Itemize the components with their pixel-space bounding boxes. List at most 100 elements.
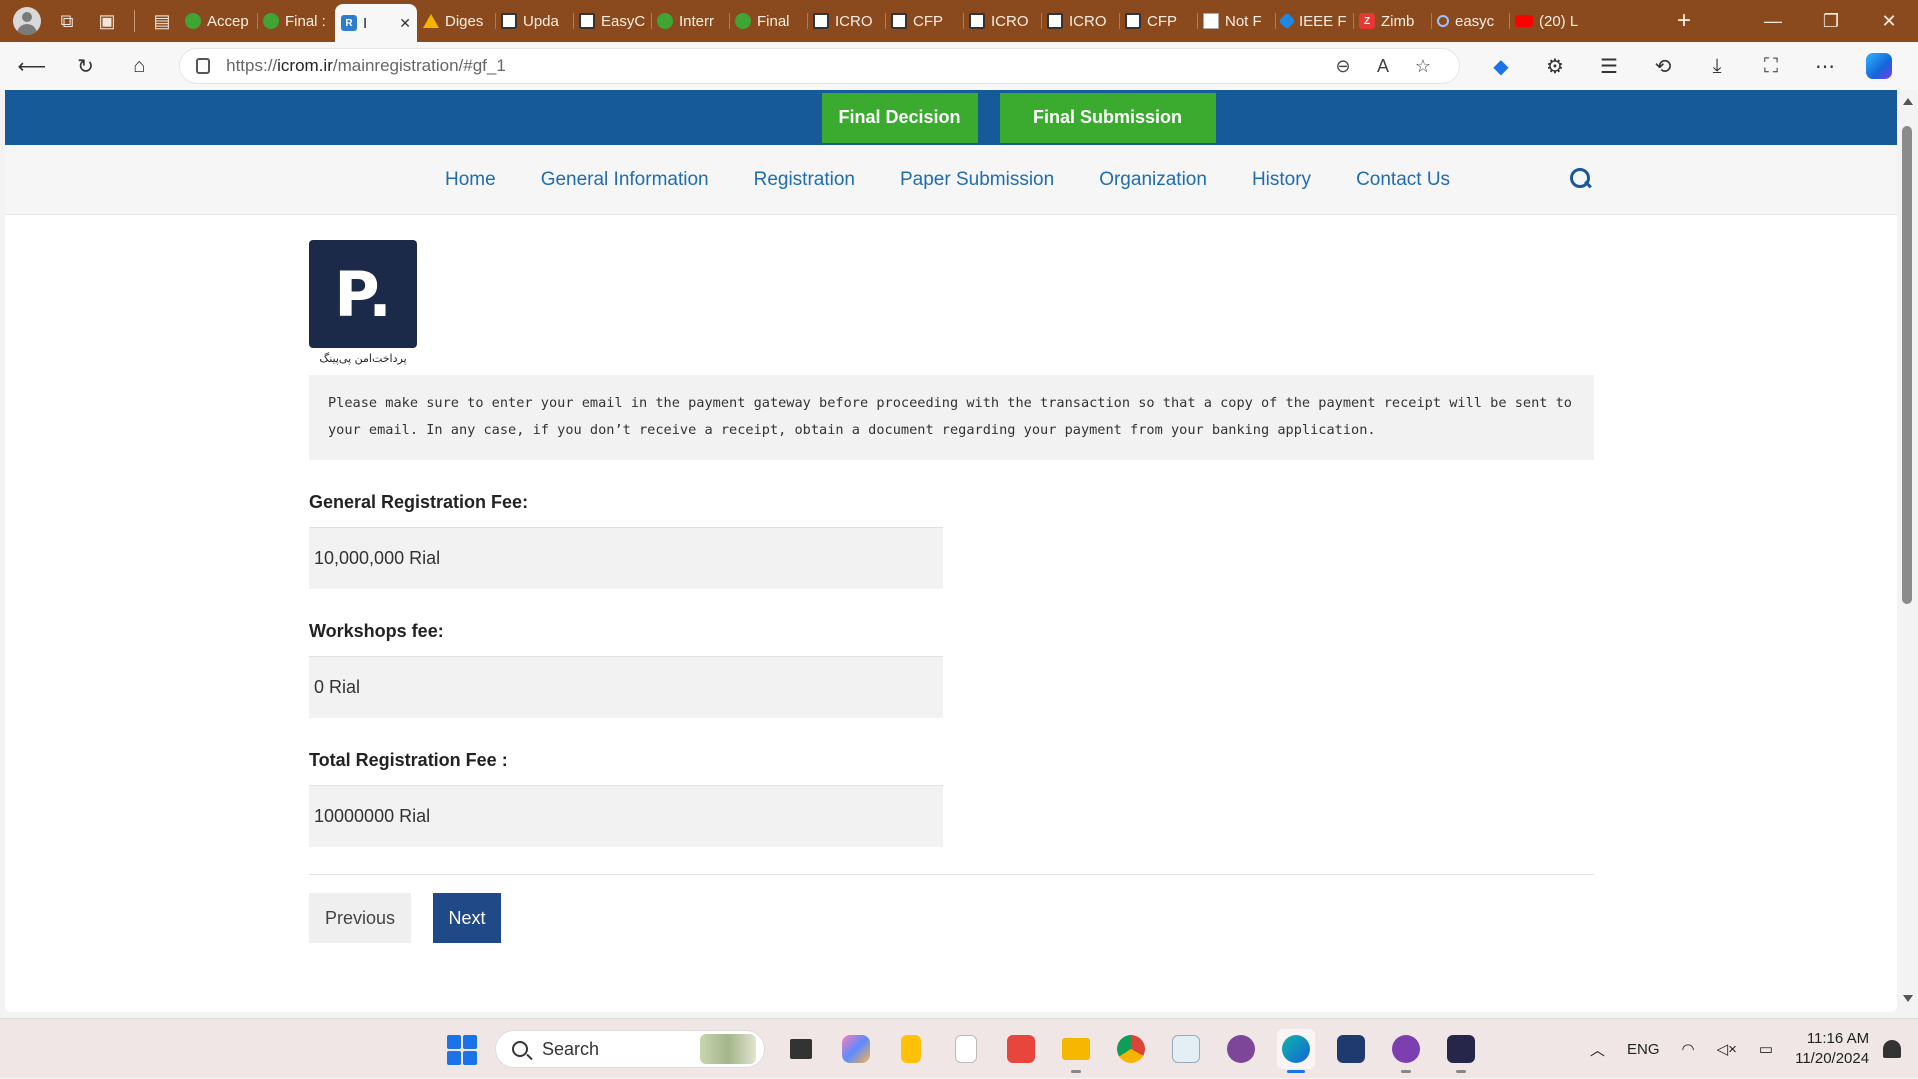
- browser-tab[interactable]: Z Zimb: [1353, 4, 1431, 38]
- browser-tab[interactable]: Final :: [257, 4, 335, 38]
- close-window-button[interactable]: ✕: [1860, 0, 1918, 42]
- browser-tab-label: CFP: [1147, 12, 1177, 30]
- browser-tab-label: ICRO: [991, 12, 1029, 30]
- close-tab-icon[interactable]: ✕: [399, 15, 411, 32]
- browser-tab[interactable]: Interr: [651, 4, 729, 38]
- next-button[interactable]: Next: [433, 893, 501, 943]
- browser-tab[interactable]: CFP: [885, 4, 963, 38]
- url-text[interactable]: https://icrom.ir/mainregistration/#gf_1: [226, 56, 1323, 76]
- sticky-notes-icon[interactable]: [892, 1029, 930, 1069]
- menu-item-organization[interactable]: Organization: [1099, 169, 1207, 191]
- scroll-down-icon[interactable]: [1903, 995, 1913, 1002]
- show-hidden-icons-icon[interactable]: ︿: [1590, 1039, 1605, 1060]
- browser-tools: ◆ ⚙ ☰ ⟲ ⤓ ⛶ ⋯: [1474, 48, 1906, 84]
- site-main-nav: Home General Information Registration Paper…: [5, 145, 1897, 215]
- refresh-button[interactable]: ↻: [66, 48, 106, 84]
- mail-icon[interactable]: [1167, 1029, 1205, 1069]
- battery-icon[interactable]: ▭: [1759, 1040, 1773, 1058]
- notification-bell-icon[interactable]: [1883, 1040, 1902, 1058]
- general-fee-value: 10,000,000 Rial: [309, 527, 943, 589]
- tor-browser-icon[interactable]: [1222, 1029, 1260, 1069]
- taskbar-search[interactable]: Search: [495, 1030, 765, 1068]
- browser-tab[interactable]: Accep: [179, 4, 257, 38]
- notepad-icon[interactable]: [947, 1029, 985, 1069]
- more-menu-icon[interactable]: ⋯: [1798, 48, 1852, 84]
- github-desktop-icon[interactable]: [1387, 1029, 1425, 1073]
- site-search-icon[interactable]: [1570, 168, 1594, 192]
- menu-item-paper-submission[interactable]: Paper Submission: [900, 169, 1054, 191]
- volume-muted-icon[interactable]: ◁×: [1717, 1040, 1737, 1058]
- home-button[interactable]: ⌂: [119, 48, 159, 84]
- browser-tab-label: Final: [757, 12, 790, 30]
- browser-tab-label: ICRO: [835, 12, 873, 30]
- restore-button[interactable]: ❐: [1802, 0, 1860, 42]
- copilot-app-icon[interactable]: [837, 1029, 875, 1069]
- green-favicon-icon: [185, 13, 201, 29]
- green-favicon-icon: [735, 13, 751, 29]
- web-page: Final Decision Final Submission Home Gene…: [5, 90, 1897, 1012]
- downloads-icon[interactable]: ⤓: [1690, 48, 1744, 84]
- doc-favicon-icon: [813, 13, 829, 29]
- menu-item-history[interactable]: History: [1252, 169, 1311, 191]
- window-controls: + — ❐ ✕: [1664, 0, 1918, 42]
- minimize-button[interactable]: —: [1744, 0, 1802, 42]
- browser-tab[interactable]: easyc: [1431, 4, 1509, 38]
- profile-button[interactable]: [10, 4, 44, 38]
- new-tab-button[interactable]: +: [1664, 4, 1704, 38]
- edge-icon[interactable]: [1277, 1029, 1315, 1073]
- previous-button[interactable]: Previous: [309, 893, 411, 943]
- history-icon[interactable]: ⟲: [1636, 48, 1690, 84]
- browser-tab[interactable]: CFP: [1119, 4, 1197, 38]
- divider: [134, 10, 135, 32]
- menu-item-general-information[interactable]: General Information: [541, 169, 709, 191]
- texstudio-icon[interactable]: [1442, 1029, 1480, 1073]
- browser-tab[interactable]: Not F: [1197, 4, 1275, 38]
- screenshot-icon[interactable]: ⛶: [1744, 48, 1798, 84]
- task-view-icon[interactable]: [782, 1029, 820, 1069]
- favorite-star-icon[interactable]: ☆: [1403, 56, 1443, 77]
- rg-favicon-icon: R: [341, 15, 357, 31]
- final-decision-button[interactable]: Final Decision: [821, 92, 978, 143]
- scrollbar-thumb[interactable]: [1902, 126, 1912, 604]
- browser-tab[interactable]: (20) L: [1509, 4, 1587, 38]
- extension-diamond-icon[interactable]: ◆: [1474, 48, 1528, 84]
- pinned-tab-icon[interactable]: ▤: [145, 4, 179, 38]
- form-navigation: Previous Next: [309, 893, 1594, 943]
- browser-tab[interactable]: ICRO: [1041, 4, 1119, 38]
- wifi-icon[interactable]: ◠: [1682, 1040, 1695, 1058]
- language-indicator[interactable]: ENG: [1627, 1041, 1660, 1058]
- extensions-puzzle-icon[interactable]: ⚙: [1528, 48, 1582, 84]
- browser-tab[interactable]: ICRO: [807, 4, 885, 38]
- final-submission-button[interactable]: Final Submission: [999, 92, 1216, 143]
- workspaces-icon[interactable]: ⧉: [50, 4, 84, 38]
- browser-tab[interactable]: EasyC: [573, 4, 651, 38]
- page-scrollbar[interactable]: [1898, 90, 1916, 1012]
- chrome-icon[interactable]: [1112, 1029, 1150, 1069]
- browser-tab[interactable]: R I ✕: [335, 4, 417, 42]
- file-explorer-icon[interactable]: [1057, 1029, 1095, 1073]
- browser-tab[interactable]: Diges: [417, 4, 495, 38]
- scroll-up-icon[interactable]: [1903, 98, 1913, 105]
- favorites-icon[interactable]: ☰: [1582, 48, 1636, 84]
- browser-tab[interactable]: Final: [729, 4, 807, 38]
- browser-tab[interactable]: IEEE F: [1275, 4, 1353, 38]
- clock[interactable]: 11:16 AM 11/20/2024: [1795, 1029, 1869, 1069]
- back-button[interactable]: ⟵: [12, 48, 52, 84]
- workshops-fee-label: Workshops fee:: [309, 621, 444, 641]
- doc-favicon-icon: [579, 13, 595, 29]
- menu-item-home[interactable]: Home: [445, 169, 496, 191]
- menu-item-registration[interactable]: Registration: [754, 169, 855, 191]
- word-icon[interactable]: [1332, 1029, 1370, 1069]
- drive-favicon-icon: [423, 14, 439, 28]
- lock-icon[interactable]: [196, 58, 211, 74]
- copilot-icon[interactable]: [1852, 48, 1906, 84]
- read-aloud-icon[interactable]: A: [1363, 56, 1403, 77]
- address-bar[interactable]: https://icrom.ir/mainregistration/#gf_1 …: [179, 48, 1460, 84]
- tab-actions-icon[interactable]: ▣: [90, 4, 124, 38]
- xmind-icon[interactable]: [1002, 1029, 1040, 1069]
- menu-item-contact-us[interactable]: Contact Us: [1356, 169, 1450, 191]
- browser-tab[interactable]: ICRO: [963, 4, 1041, 38]
- start-button[interactable]: [447, 1035, 477, 1065]
- zoom-out-icon[interactable]: ⊖: [1323, 56, 1363, 77]
- browser-tab[interactable]: Upda: [495, 4, 573, 38]
